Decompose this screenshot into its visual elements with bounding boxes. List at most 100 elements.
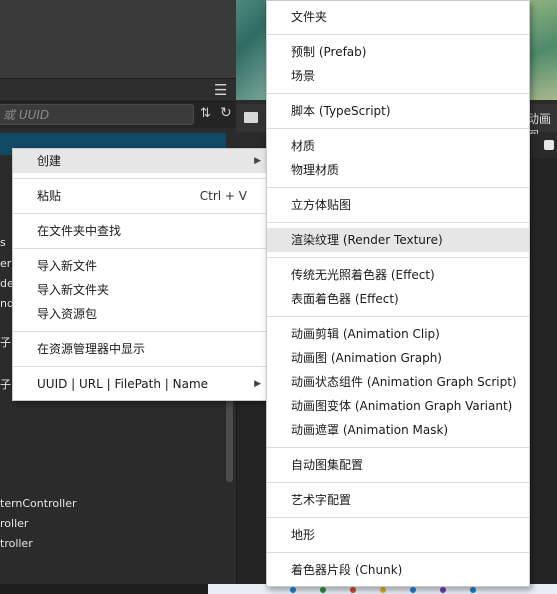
create-submenu-item-label: 艺术字配置 [291,493,352,507]
tree-item-fragment[interactable]: roller [0,517,28,530]
panel-menu-icon[interactable]: ☰ [214,82,232,98]
menu-separator [267,552,529,553]
taskbar-app-icon[interactable] [470,587,476,593]
menu-separator [13,366,267,367]
create-submenu-item-label: 动画图 (Animation Graph) [291,351,442,365]
sort-icon[interactable]: ⇅ [200,106,211,121]
assets-scrollbar[interactable] [226,390,233,482]
context-menu-item[interactable]: UUID | URL | FilePath | Name ▶ [13,372,267,396]
create-submenu-item-label: 材质 [291,139,316,153]
assets-context-menu: 创建 ▶ 粘贴 Ctrl + V 在文件夹中查找 导入新文件导入新文件夹 导入资源包在资源管… [12,148,268,401]
create-submenu-item-label: 场景 [291,69,316,83]
menu-separator [267,257,529,258]
create-submenu-item[interactable]: 动画状态组件 (Animation Graph Script) [267,370,529,394]
taskbar-app-icon[interactable] [440,587,446,593]
create-submenu-item[interactable]: 自动图集配置 [267,453,529,477]
create-submenu-item[interactable]: 预制 (Prefab) [267,40,529,64]
context-menu-item-label: 在文件夹中查找 [37,224,122,238]
tree-item-fragment[interactable]: 子 [0,376,11,392]
menu-separator [267,187,529,188]
menu-separator [267,128,529,129]
submenu-arrow-icon: ▶ [254,379,261,389]
create-submenu-item-label: 渲染纹理 (Render Texture) [291,233,443,247]
create-submenu: 文件夹预制 (Prefab) 场景脚本 (TypeScript) 材质物理材质立方体… [266,0,530,587]
create-submenu-item-label: 地形 [291,528,316,542]
create-submenu-item-label: 立方体贴图 [291,198,352,212]
create-submenu-item-label: 动画剪辑 (Animation Clip) [291,327,440,341]
menu-separator [267,222,529,223]
menu-separator [267,316,529,317]
context-menu-item-label: 创建 [37,154,62,168]
menu-separator [13,178,267,179]
create-submenu-item-label: 物理材质 [291,163,340,177]
menu-separator [13,213,267,214]
taskbar-app-icon[interactable] [380,587,386,593]
create-submenu-item[interactable]: 动画图 (Animation Graph) [267,346,529,370]
context-menu-item-label: 导入新文件夹 [37,283,110,297]
create-submenu-item-label: 预制 (Prefab) [291,45,367,59]
create-submenu-item[interactable]: 表面着色器 (Effect) [267,287,529,311]
tree-item-fragment[interactable]: s [0,236,6,249]
create-submenu-item-label: 文件夹 [291,10,328,24]
create-submenu-item[interactable]: 传统无光照着色器 (Effect) [267,263,529,287]
create-submenu-item-label: 自动图集配置 [291,458,364,472]
create-submenu-item[interactable]: 场景 [267,64,529,88]
context-menu-item[interactable]: 创建 ▶ [13,149,267,173]
assets-panel-header [0,78,236,102]
context-menu-item-label: 在资源管理器中显示 [37,342,146,356]
create-submenu-item[interactable]: 动画剪辑 (Animation Clip) [267,322,529,346]
shortcut-label: Ctrl + V [199,189,247,203]
create-submenu-item-label: 动画遮罩 (Animation Mask) [291,423,449,437]
create-submenu-item-label: 动画图变体 (Animation Graph Variant) [291,399,513,413]
folder-icon[interactable] [244,112,258,123]
refresh-icon[interactable]: ↻ [220,105,232,121]
menu-separator [267,517,529,518]
context-menu-item[interactable]: 在文件夹中查找 [13,219,267,243]
tree-item-fragment[interactable]: troller [0,537,33,550]
taskbar-app-icon[interactable] [410,587,416,593]
create-submenu-item-label: 着色器片段 (Chunk) [291,563,403,577]
create-submenu-item[interactable]: 文件夹 [267,5,529,29]
context-menu-item-label: 导入新文件 [37,259,98,273]
assets-search-input[interactable]: 或 UUID [0,104,194,125]
create-submenu-item[interactable]: 立方体贴图 [267,193,529,217]
taskbar-app-icon[interactable] [320,587,326,593]
create-submenu-item-label: 动画状态组件 (Animation Graph Script) [291,375,517,389]
context-menu-item[interactable]: 粘贴 Ctrl + V [13,184,267,208]
create-submenu-item[interactable]: 动画遮罩 (Animation Mask) [267,418,529,442]
create-submenu-item[interactable]: 物理材质 [267,158,529,182]
context-menu-item-label: 粘贴 [37,189,62,203]
menu-separator [13,331,267,332]
scene-toolbar-area [0,0,236,78]
menu-separator [267,34,529,35]
taskbar-app-icon[interactable] [290,587,296,593]
taskbar-app-icon[interactable] [350,587,356,593]
create-submenu-item[interactable]: 地形 [267,523,529,547]
scene-view-right [528,0,557,100]
tree-item-fragment[interactable]: 子 [0,334,11,350]
checkbox[interactable] [544,140,554,150]
scene-view [236,0,268,100]
create-submenu-item[interactable]: 动画图变体 (Animation Graph Variant) [267,394,529,418]
menu-separator [13,248,267,249]
create-submenu-item-label: 表面着色器 (Effect) [291,292,399,306]
menu-separator [267,93,529,94]
menu-separator [267,482,529,483]
create-submenu-item-label: 传统无光照着色器 (Effect) [291,268,435,282]
taskbar-dark-section [0,584,208,594]
create-submenu-item[interactable]: 脚本 (TypeScript) [267,99,529,123]
tree-item-fragment[interactable]: ternController [0,497,77,510]
context-menu-item[interactable]: 导入新文件夹 [13,278,267,302]
context-menu-item-label: 导入资源包 [37,307,98,321]
context-menu-item[interactable]: 导入新文件 [13,254,267,278]
submenu-arrow-icon: ▶ [254,156,261,166]
create-submenu-item-label: 脚本 (TypeScript) [291,104,391,118]
context-menu-item-label: UUID | URL | FilePath | Name [37,377,209,391]
create-submenu-item[interactable]: 材质 [267,134,529,158]
menu-separator [267,447,529,448]
context-menu-item[interactable]: 导入资源包 [13,302,267,326]
create-submenu-item[interactable]: 艺术字配置 [267,488,529,512]
context-menu-item[interactable]: 在资源管理器中显示 [13,337,267,361]
create-submenu-item[interactable]: 渲染纹理 (Render Texture) [267,228,529,252]
create-submenu-item[interactable]: 着色器片段 (Chunk) [267,558,529,582]
